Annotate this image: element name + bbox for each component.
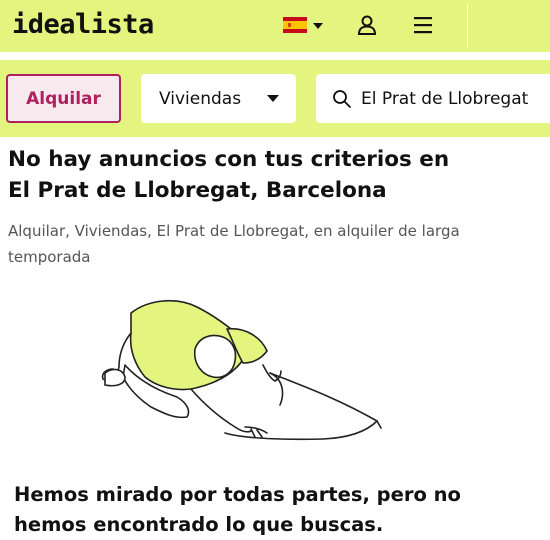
top-navigation-bar: idealista: [0, 0, 550, 53]
no-results-line-2: hemos encontrado lo que buscas.: [14, 513, 384, 536]
idealista-logo[interactable]: idealista: [12, 9, 154, 40]
language-selector[interactable]: [283, 17, 323, 33]
search-icon: [333, 89, 351, 108]
results-title-line-1: No hay anuncios con tus criterios en: [8, 147, 450, 172]
spain-flag-icon: [283, 17, 307, 33]
property-type-value: Viviendas: [159, 88, 242, 109]
search-criteria-summary: Alquilar, Viviendas, El Prat de Llobrega…: [8, 222, 460, 266]
person-searching-under-rug-illustration: [101, 299, 382, 441]
location-search-input[interactable]: El Prat de Llobregat: [316, 74, 550, 123]
chevron-down-icon: [267, 95, 279, 102]
results-title-line-2: El Prat de Llobregat, Barcelona: [8, 178, 387, 203]
user-icon[interactable]: [357, 14, 377, 36]
property-type-select[interactable]: Viviendas: [141, 74, 296, 123]
results-title: No hay anuncios con tus criterios en El …: [8, 144, 548, 206]
menu-icon[interactable]: [413, 16, 433, 34]
no-results-message: Hemos mirado por todas partes, pero no h…: [14, 480, 534, 540]
search-bar: Alquilar Viviendas El Prat de Llobregat: [0, 60, 550, 137]
location-value: El Prat de Llobregat: [361, 88, 529, 109]
operation-alquilar-button[interactable]: Alquilar: [6, 74, 121, 123]
chevron-down-icon: [313, 23, 323, 29]
header-divider: [467, 4, 468, 48]
no-results-line-1: Hemos mirado por todas partes, pero no: [14, 483, 461, 506]
